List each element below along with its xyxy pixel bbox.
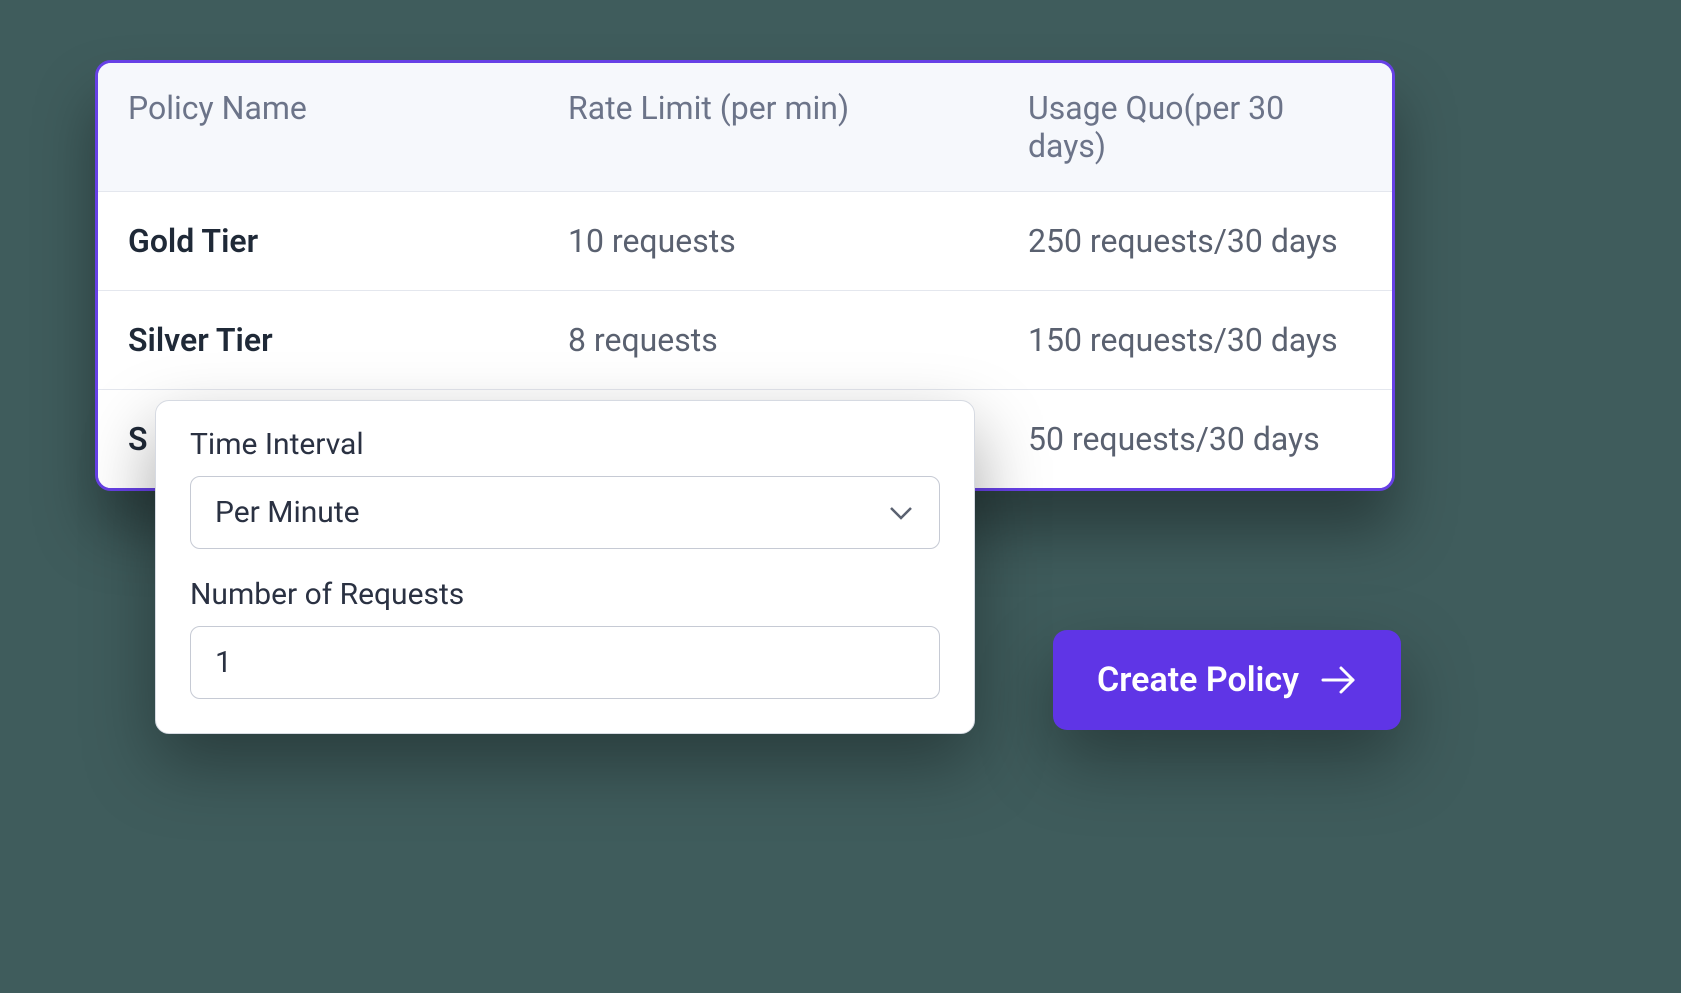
create-policy-button[interactable]: Create Policy bbox=[1053, 630, 1401, 730]
num-requests-value: 1 bbox=[215, 645, 232, 680]
create-policy-label: Create Policy bbox=[1097, 660, 1299, 700]
cell-usage-quota: 250 requests/30 days bbox=[1028, 222, 1362, 260]
cell-usage-quota: 150 requests/30 days bbox=[1028, 321, 1362, 359]
header-policy-name: Policy Name bbox=[128, 89, 568, 165]
num-requests-label: Number of Requests bbox=[190, 577, 940, 612]
table-row[interactable]: Gold Tier 10 requests 250 requests/30 da… bbox=[98, 192, 1392, 291]
time-interval-select[interactable]: Per Minute bbox=[190, 476, 940, 549]
cell-rate-limit: 8 requests bbox=[568, 321, 1028, 359]
time-interval-label: Time Interval bbox=[190, 427, 940, 462]
cell-policy-name: Gold Tier bbox=[128, 222, 568, 260]
cell-usage-quota: 50 requests/30 days bbox=[1028, 420, 1362, 458]
time-interval-value: Per Minute bbox=[215, 495, 360, 530]
num-requests-input[interactable]: 1 bbox=[190, 626, 940, 699]
table-header-row: Policy Name Rate Limit (per min) Usage Q… bbox=[98, 63, 1392, 192]
header-usage-quota: Usage Quo(per 30 days) bbox=[1028, 89, 1362, 165]
header-rate-limit: Rate Limit (per min) bbox=[568, 89, 1028, 165]
policy-form-popup: Time Interval Per Minute Number of Reque… bbox=[155, 400, 975, 734]
arrow-right-icon bbox=[1321, 662, 1357, 698]
cell-policy-name: Silver Tier bbox=[128, 321, 568, 359]
chevron-down-icon bbox=[887, 499, 915, 527]
cell-rate-limit: 10 requests bbox=[568, 222, 1028, 260]
table-row[interactable]: Silver Tier 8 requests 150 requests/30 d… bbox=[98, 291, 1392, 390]
